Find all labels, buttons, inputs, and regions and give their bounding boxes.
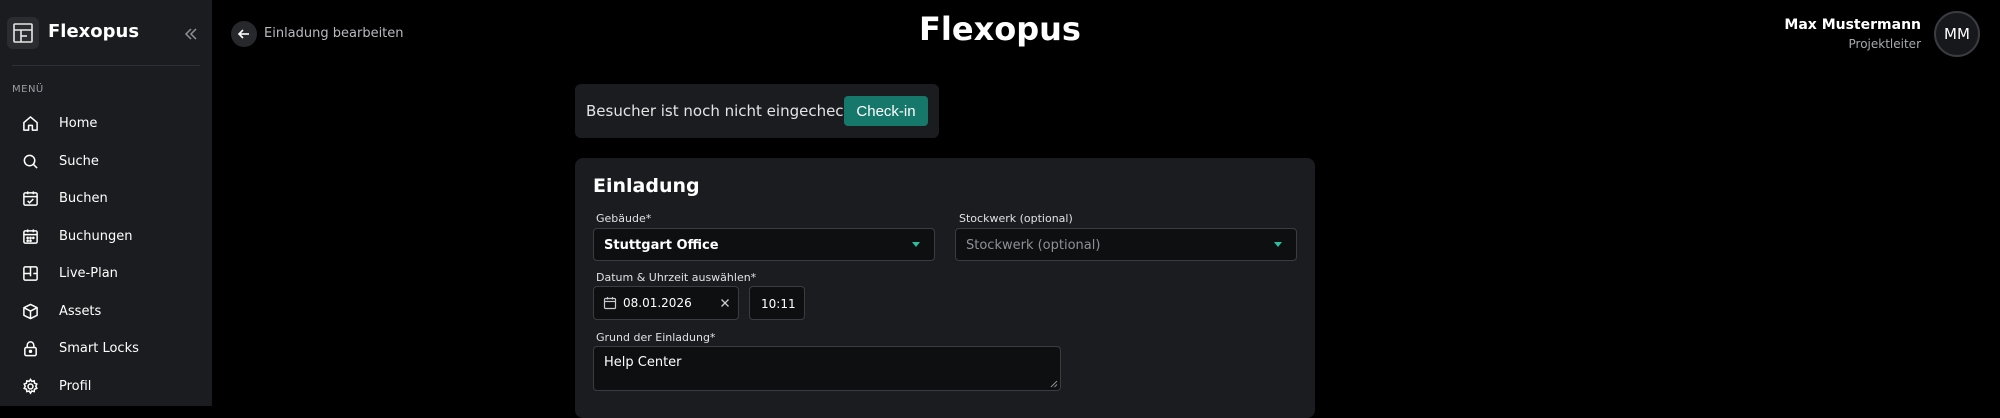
clear-date-icon[interactable] bbox=[718, 296, 732, 310]
checkin-status-card: Besucher ist noch nicht eingecheckt Chec… bbox=[575, 84, 939, 138]
floor-label: Stockwerk (optional) bbox=[959, 212, 1073, 225]
reason-value: Help Center bbox=[604, 355, 682, 370]
chevron-down-icon bbox=[912, 242, 920, 247]
gear-icon bbox=[20, 376, 40, 396]
time-input[interactable]: 10:11 bbox=[749, 286, 805, 320]
sidebar-item-label: Buchungen bbox=[59, 228, 133, 244]
floor-select[interactable]: Stockwerk (optional) bbox=[955, 228, 1297, 261]
reason-label: Grund der Einladung* bbox=[596, 331, 716, 344]
user-name: Max Mustermann bbox=[1784, 17, 1921, 33]
flexopus-logo-icon bbox=[7, 17, 39, 49]
check-in-button[interactable]: Check-in bbox=[844, 96, 928, 126]
user-role: Projektleiter bbox=[1848, 37, 1921, 51]
date-value: 08.01.2026 bbox=[623, 296, 692, 310]
collapse-sidebar-button[interactable] bbox=[182, 25, 200, 43]
sidebar-item-profil[interactable]: Profil bbox=[8, 369, 204, 403]
sidebar-item-home[interactable]: Home bbox=[8, 106, 204, 140]
brand-name: Flexopus bbox=[48, 21, 140, 42]
sidebar-item-label: Suche bbox=[59, 153, 99, 169]
sidebar-item-label: Assets bbox=[59, 303, 102, 319]
time-value: 10:11 bbox=[761, 297, 796, 311]
building-select-value: Stuttgart Office bbox=[604, 238, 719, 253]
resize-handle-icon[interactable] bbox=[1050, 380, 1058, 388]
sidebar-item-label: Smart Locks bbox=[59, 340, 139, 356]
sidebar-item-live-plan[interactable]: Live-Plan bbox=[8, 256, 204, 290]
avatar[interactable]: MM bbox=[1934, 11, 1980, 57]
menu-heading: MENÜ bbox=[12, 84, 44, 95]
calendar-icon bbox=[20, 226, 40, 246]
floor-select-placeholder: Stockwerk (optional) bbox=[966, 238, 1101, 253]
sidebar-brand: Flexopus bbox=[0, 0, 212, 66]
date-picker-field[interactable]: 08.01.2026 bbox=[593, 286, 739, 320]
home-icon bbox=[20, 113, 40, 133]
calendar-icon bbox=[603, 297, 617, 310]
sidebar-item-buchen[interactable]: Buchen bbox=[8, 181, 204, 215]
checkin-status-text: Besucher ist noch nicht eingecheckt bbox=[586, 102, 859, 120]
calendar-check-icon bbox=[20, 188, 40, 208]
sidebar-item-suche[interactable]: Suche bbox=[8, 144, 204, 178]
reason-textarea[interactable]: Help Center bbox=[593, 346, 1061, 391]
chevron-down-icon bbox=[1274, 242, 1282, 247]
arrow-left-icon bbox=[237, 29, 249, 39]
sidebar-item-label: Home bbox=[59, 115, 98, 131]
building-select[interactable]: Stuttgart Office bbox=[593, 228, 935, 261]
floorplan-icon bbox=[20, 263, 40, 283]
sidebar-divider bbox=[12, 65, 200, 66]
avatar-initials: MM bbox=[1944, 25, 1970, 43]
sidebar-item-assets[interactable]: Assets bbox=[8, 294, 204, 328]
search-icon bbox=[20, 151, 40, 171]
sidebar-item-label: Buchen bbox=[59, 190, 108, 206]
sidebar-item-smart-locks[interactable]: Smart Locks bbox=[8, 331, 204, 365]
double-chevron-left-icon bbox=[184, 28, 197, 40]
box-icon bbox=[20, 301, 40, 321]
page-breadcrumb: Einladung bearbeiten bbox=[264, 26, 404, 41]
invitation-form-card: Einladung Gebäude* Stuttgart Office Stoc… bbox=[575, 158, 1315, 418]
sidebar-item-buchungen[interactable]: Buchungen bbox=[8, 219, 204, 253]
sidebar: Flexopus MENÜ Home Suche Buchen Buchunge… bbox=[0, 0, 212, 406]
building-label: Gebäude* bbox=[596, 212, 652, 225]
lock-icon bbox=[20, 338, 40, 358]
sidebar-item-label: Live-Plan bbox=[59, 265, 118, 281]
sidebar-item-label: Profil bbox=[59, 378, 92, 394]
datetime-label: Datum & Uhrzeit auswählen* bbox=[596, 271, 757, 284]
invitation-title: Einladung bbox=[593, 175, 700, 197]
back-button[interactable] bbox=[231, 21, 257, 47]
